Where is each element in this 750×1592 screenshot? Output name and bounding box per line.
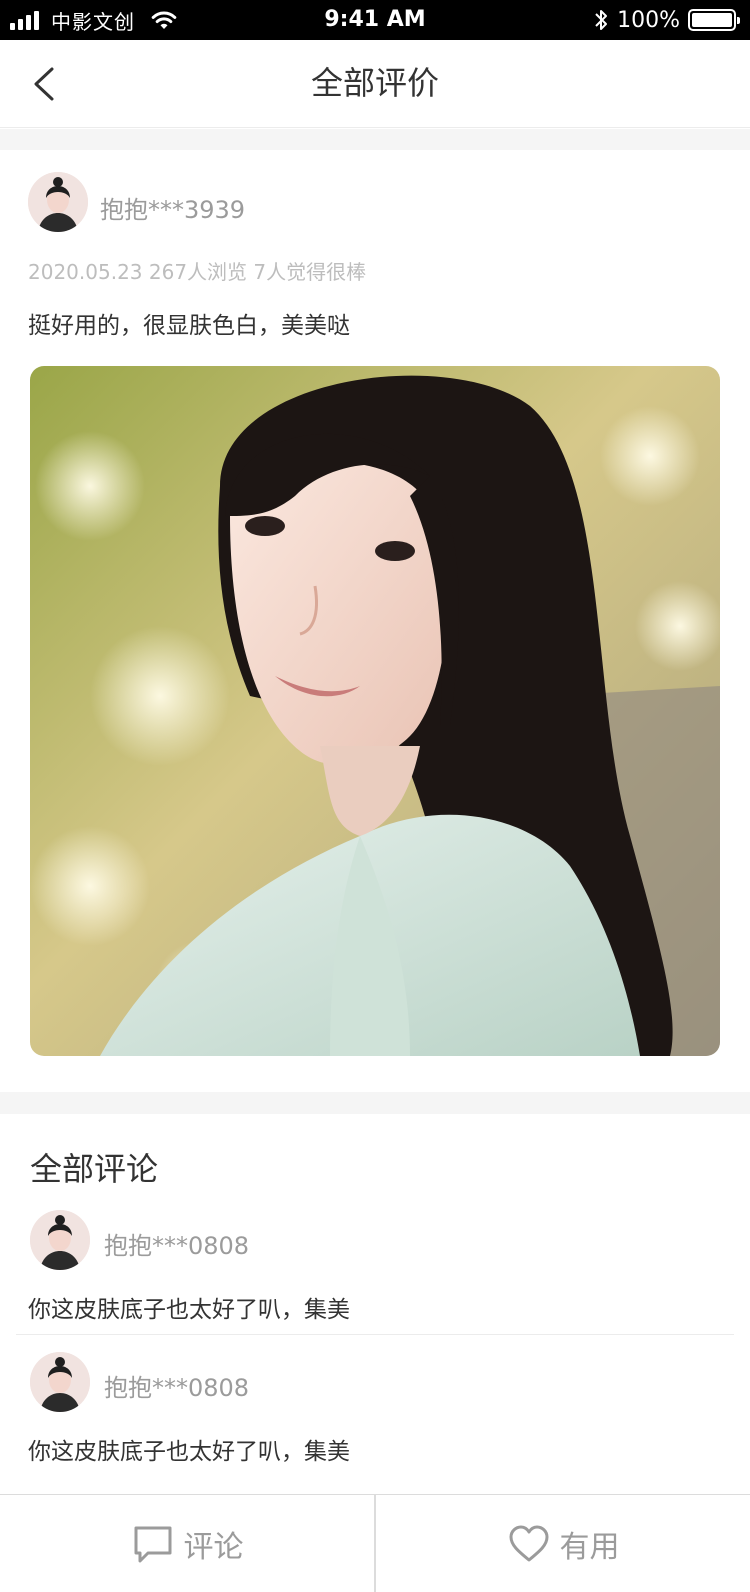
review-photo-image [30,366,720,1056]
heart-icon [509,1525,548,1562]
status-right: 100% [593,0,740,40]
battery-icon [688,9,740,31]
comments-section: 全部评论 抱抱***0808 你这皮肤底子也太好了叭，集美 抱抱***0808 … [0,1114,750,1494]
avatar[interactable] [30,1352,90,1412]
avatar-image [30,1352,90,1412]
comment-text: 你这皮肤底子也太好了叭，集美 [28,1439,350,1465]
avatar[interactable] [30,1210,90,1270]
comment-text: 你这皮肤底子也太好了叭，集美 [28,1297,350,1323]
comment-username: 抱抱***0808 [104,1374,250,1402]
chat-bubble-icon [134,1526,171,1563]
battery-percent: 100% [617,7,680,33]
review-meta: 2020.05.23 267人浏览 7人觉得很棒 [28,260,367,284]
section-divider [0,129,750,150]
comment-button-label: 评论 [183,1530,244,1565]
useful-button[interactable]: 有用 [376,1495,750,1592]
bluetooth-icon [595,10,608,30]
comment-item: 抱抱***0808 你这皮肤底子也太好了叭，集美 [16,1352,734,1494]
review-username: 抱抱***3939 [100,196,246,224]
review-photo[interactable] [30,366,720,1056]
bottom-action-bar: 评论 有用 [0,1494,750,1592]
comment-button[interactable]: 评论 [0,1495,375,1592]
avatar[interactable] [28,172,88,232]
avatar-image [30,1210,90,1270]
comment-divider [16,1334,734,1335]
page-title: 全部评价 [310,64,439,102]
comment-username: 抱抱***0808 [104,1232,250,1260]
section-divider [0,1092,750,1114]
comments-title: 全部评论 [30,1150,159,1188]
status-bar: 中影文创 9:41 AM 100% [0,0,750,40]
avatar-image [28,172,88,232]
review-text: 挺好用的，很显肤色白，美美哒 [28,313,350,339]
useful-button-label: 有用 [559,1530,620,1565]
back-button[interactable] [22,62,66,106]
comment-item: 抱抱***0808 你这皮肤底子也太好了叭，集美 [16,1210,734,1352]
nav-bar: 全部评价 [0,40,750,128]
chevron-left-icon [34,67,54,101]
review-detail-page: 中影文创 9:41 AM 100% 全部评价 抱抱***3939 2020.05… [0,0,750,1592]
review-card: 抱抱***3939 2020.05.23 267人浏览 7人觉得很棒 挺好用的，… [0,150,750,1092]
